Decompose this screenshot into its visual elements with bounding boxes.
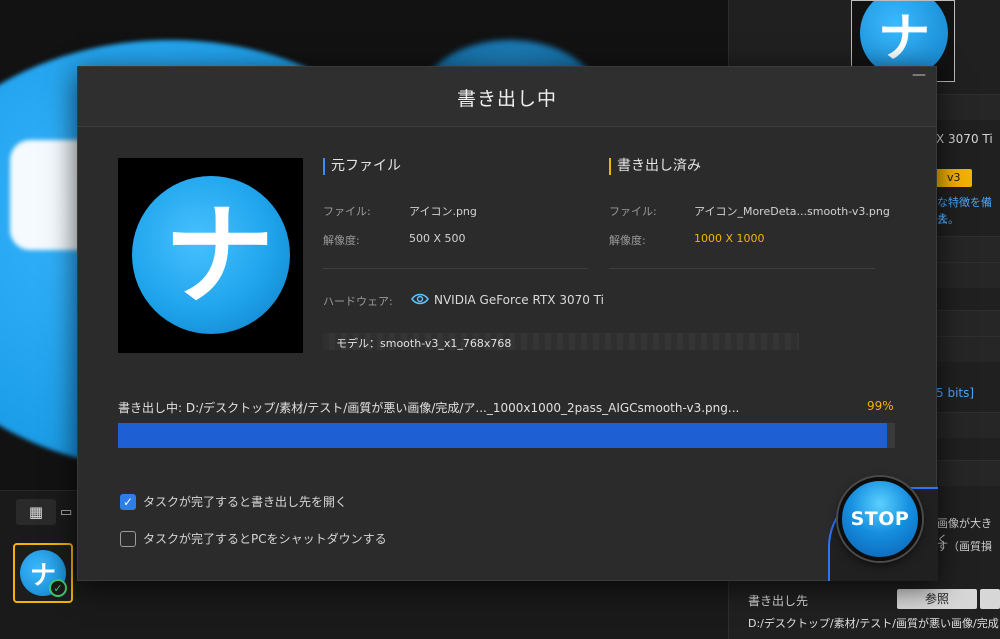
stop-button[interactable]: STOP bbox=[838, 477, 922, 561]
option-shutdown-label: タスクが完了するとPCをシャットダウンする bbox=[143, 532, 387, 546]
output-file-name: アイコン_MoreDeta...smooth-v3.png bbox=[694, 205, 890, 218]
dialog-header: 書き出し中 — bbox=[78, 67, 936, 127]
output-resolution: 1000 X 1000 bbox=[694, 232, 765, 245]
progress-bar bbox=[118, 423, 895, 448]
checkbox-checked[interactable]: ✓ bbox=[120, 493, 136, 510]
progress-bar-fill bbox=[118, 423, 888, 448]
preview-logo: ナ bbox=[132, 176, 290, 334]
export-dialog: 書き出し中 — ナ 元ファイル ファイル: アイコン.png 解像度: 500 … bbox=[77, 66, 938, 581]
option-open-folder[interactable]: ✓ タスクが完了すると書き出し先を開く bbox=[120, 493, 347, 510]
thumbnail-item[interactable]: ナ ✓ bbox=[13, 543, 73, 603]
panel-bits-text: 5 bits] bbox=[936, 386, 975, 400]
output-file-label: ファイル: bbox=[609, 205, 657, 218]
nvidia-icon bbox=[411, 293, 429, 305]
hardware-name: NVIDIA GeForce RTX 3070 Ti bbox=[434, 293, 604, 307]
hardware-label: ハードウェア: bbox=[323, 295, 393, 308]
app-window: ▦ ▭ ナ ✓ ナ X 3070 Ti v3 な特徴を備え 去。 5 bits]… bbox=[0, 0, 1000, 639]
output-resolution-label: 解像度: bbox=[609, 234, 646, 247]
source-file-heading: 元ファイル bbox=[323, 158, 401, 175]
check-icon: ✓ bbox=[49, 579, 67, 597]
output-file-heading: 書き出し済み bbox=[609, 158, 701, 175]
model-badge[interactable]: v3 bbox=[940, 169, 972, 187]
source-preview-image: ナ bbox=[118, 158, 303, 353]
browse-button[interactable]: 参照 bbox=[897, 589, 977, 609]
stop-button-area: STOP bbox=[828, 469, 938, 581]
source-file-label: ファイル: bbox=[323, 205, 371, 218]
output-folder-label: 書き出し先 bbox=[748, 594, 809, 608]
output-folder-path: D:/デスクトップ/素材/テスト/画質が悪い画像/完成 bbox=[748, 617, 999, 630]
divider bbox=[609, 268, 875, 269]
progress-percent: 99% bbox=[867, 399, 894, 413]
preview-logo-glyph: ナ bbox=[164, 192, 274, 320]
option-open-folder-label: タスクが完了すると書き出し先を開く bbox=[143, 495, 348, 509]
panel-description-line: 去。 bbox=[937, 213, 959, 226]
panel-note-line: す（画質損 bbox=[937, 540, 992, 553]
source-resolution-label: 解像度: bbox=[323, 234, 360, 247]
source-resolution: 500 X 500 bbox=[409, 232, 466, 245]
source-file-name: アイコン.png bbox=[409, 205, 477, 218]
minimize-icon[interactable]: — bbox=[912, 68, 926, 83]
dialog-title: 書き出し中 bbox=[456, 88, 557, 110]
model-info: モデル：smooth-v3_x1_768x768 bbox=[336, 337, 512, 350]
option-shutdown[interactable]: タスクが完了するとPCをシャットダウンする bbox=[120, 530, 387, 547]
open-folder-button[interactable] bbox=[980, 589, 1000, 609]
checkbox-unchecked[interactable] bbox=[120, 530, 136, 547]
grid-view-icon[interactable]: ▦ bbox=[16, 499, 56, 525]
panel-gpu-text: X 3070 Ti bbox=[936, 132, 993, 146]
progress-label: 書き出し中: D:/デスクトップ/素材/テスト/画質が悪い画像/完成/ア..._… bbox=[118, 401, 740, 415]
divider bbox=[323, 268, 588, 269]
